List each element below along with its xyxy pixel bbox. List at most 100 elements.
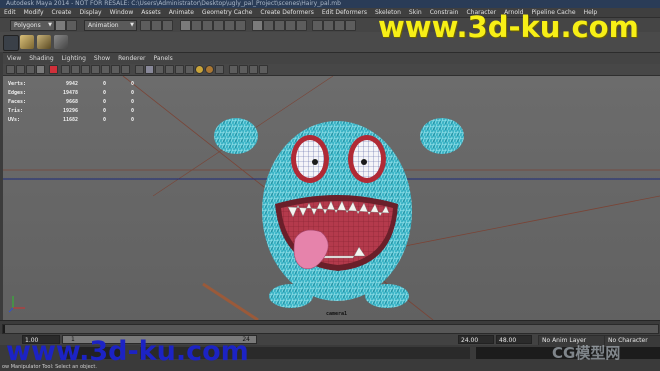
gate-mask-icon[interactable] (91, 65, 100, 74)
hud-row: Faces: 9668 0 0 (8, 98, 134, 107)
make-live-icon[interactable] (296, 20, 307, 31)
hypershade-icon[interactable] (345, 20, 356, 31)
watermark-top: www.3d-ku.com (378, 10, 639, 44)
grid-toggle-icon[interactable] (61, 65, 70, 74)
menu-geometry-cache[interactable]: Geometry Cache (198, 8, 256, 18)
snap-grid-icon[interactable] (252, 20, 263, 31)
motion-blur-icon[interactable] (215, 65, 224, 74)
monster-right-foot (365, 284, 409, 308)
time-slider-track[interactable] (2, 324, 659, 334)
hud-value: 0 (130, 117, 134, 123)
isolate-select-icon[interactable] (229, 65, 238, 74)
menu-create[interactable]: Create (48, 8, 76, 18)
mask-deformers-icon[interactable] (224, 20, 235, 31)
menu-create-deformers[interactable]: Create Deformers (256, 8, 317, 18)
hud-label: Faces: (8, 99, 27, 105)
menu-assets[interactable]: Assets (137, 8, 165, 18)
render-current-icon[interactable] (312, 20, 323, 31)
grid-icon[interactable] (54, 35, 68, 49)
hud-value: 0 (102, 117, 106, 123)
hud-value: 9668 (65, 99, 78, 105)
xray-components-icon[interactable] (259, 65, 268, 74)
snap-point-icon[interactable] (274, 20, 285, 31)
snap-curve-icon[interactable] (263, 20, 274, 31)
select-hierarchy-icon[interactable] (140, 20, 151, 31)
image-plane-icon[interactable] (36, 65, 45, 74)
hud-label: Edges: (8, 90, 27, 96)
render-settings-icon[interactable] (334, 20, 345, 31)
hud-value: 9942 (65, 81, 78, 87)
menu-animate[interactable]: Animate (165, 8, 198, 18)
shadows-icon[interactable] (185, 65, 194, 74)
monster-left-foot (269, 284, 313, 308)
mask-surfaces-icon[interactable] (213, 20, 224, 31)
smooth-shade-icon[interactable] (145, 65, 154, 74)
menu-modify[interactable]: Modify (20, 8, 48, 18)
hud-value: 11682 (62, 117, 78, 123)
camera-attributes-icon[interactable] (16, 65, 25, 74)
menuset-value: Polygons (14, 22, 41, 29)
poly-box-icon[interactable] (37, 35, 51, 49)
current-time-marker[interactable] (3, 325, 5, 333)
menuset-dropdown[interactable]: Polygons ▼ (10, 20, 55, 31)
menu-edit-deformers[interactable]: Edit Deformers (318, 8, 371, 18)
safe-action-icon[interactable] (111, 65, 120, 74)
grease-pencil-icon[interactable] (49, 65, 58, 74)
hud-value: 0 (130, 108, 134, 114)
use-all-lights-icon[interactable] (175, 65, 184, 74)
monster-right-arm (420, 118, 464, 154)
xray-joints-icon[interactable] (249, 65, 258, 74)
camera-select-icon[interactable] (6, 65, 15, 74)
range-end-field[interactable]: 24.00 (458, 335, 494, 344)
ipr-render-icon[interactable] (323, 20, 334, 31)
select-object-icon[interactable] (151, 20, 162, 31)
field-chart-icon[interactable] (101, 65, 110, 74)
left-eye (296, 140, 324, 178)
panel-menu-show[interactable]: Show (90, 54, 114, 64)
select-component-icon[interactable] (162, 20, 173, 31)
snap-view-plane-icon[interactable] (285, 20, 296, 31)
open-scene-icon[interactable] (66, 20, 77, 31)
hairy-monster-model (214, 118, 464, 308)
panel-menu-view[interactable]: View (3, 54, 25, 64)
hud-value: 19296 (62, 108, 78, 114)
hud-label: Verts: (8, 81, 27, 87)
mode-dropdown[interactable]: Animation ▼ (84, 20, 137, 31)
cube-icon[interactable] (20, 35, 34, 49)
panel-menu-lighting[interactable]: Lighting (58, 54, 90, 64)
ambient-occlusion-icon[interactable] (205, 65, 214, 74)
hud-value: 0 (102, 99, 106, 105)
panel-menu-renderer[interactable]: Renderer (114, 54, 149, 64)
hud-row: Edges: 19478 0 0 (8, 89, 134, 98)
chevron-down-icon: ▼ (48, 22, 52, 28)
chevron-down-icon: ▼ (130, 22, 134, 28)
xray-icon[interactable] (239, 65, 248, 74)
hud-value: 0 (130, 90, 134, 96)
hud-row: Verts: 9942 0 0 (8, 80, 134, 89)
anim-end-field[interactable]: 48.00 (496, 335, 532, 344)
menu-window[interactable]: Window (106, 8, 138, 18)
mask-curves-icon[interactable] (202, 20, 213, 31)
light-bulb-icon[interactable] (195, 65, 204, 74)
bookmark-icon[interactable] (26, 65, 35, 74)
mask-handles-icon[interactable] (180, 20, 191, 31)
textured-icon[interactable] (165, 65, 174, 74)
hud-value: 0 (102, 81, 106, 87)
time-slider[interactable] (0, 320, 660, 335)
shelf-tabs-icon[interactable] (3, 35, 19, 51)
wireframe-on-shaded-icon[interactable] (155, 65, 164, 74)
menu-edit[interactable]: Edit (0, 8, 20, 18)
resolution-gate-icon[interactable] (81, 65, 90, 74)
hud-value: 0 (102, 108, 106, 114)
panel-menu-shading[interactable]: Shading (25, 54, 57, 64)
hud-label: Tris: (8, 108, 24, 114)
mask-joints-icon[interactable] (191, 20, 202, 31)
menu-display[interactable]: Display (75, 8, 105, 18)
new-scene-icon[interactable] (55, 20, 66, 31)
panel-menu-panels[interactable]: Panels (149, 54, 176, 64)
safe-title-icon[interactable] (121, 65, 130, 74)
mask-dynamics-icon[interactable] (235, 20, 246, 31)
film-gate-icon[interactable] (71, 65, 80, 74)
hud-value: 0 (130, 99, 134, 105)
wireframe-icon[interactable] (135, 65, 144, 74)
